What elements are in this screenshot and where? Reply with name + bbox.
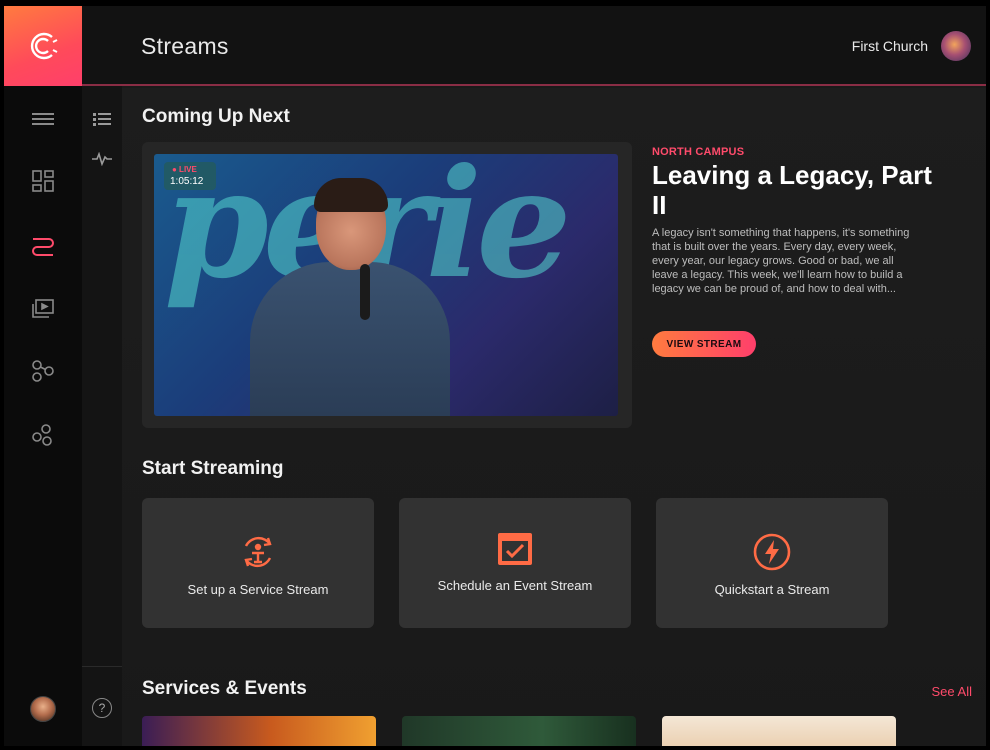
logo-icon	[30, 32, 58, 60]
featured-stream-card[interactable]: perie ● LIVE 1:05:12	[142, 142, 632, 428]
service-stream-card[interactable]: Set up a Service Stream	[142, 498, 374, 628]
app-screen: ? Streams First Church Coming Up Next pe…	[4, 6, 986, 746]
main-content: Coming Up Next perie ● LIVE 1:05:12 NORT…	[122, 88, 986, 746]
media-icon[interactable]	[28, 294, 58, 324]
streams-icon[interactable]	[28, 230, 58, 260]
quickstart-label: Quickstart a Stream	[714, 582, 830, 597]
stream-title: Leaving a Legacy, Part II	[652, 160, 932, 220]
org-avatar[interactable]	[941, 31, 971, 61]
see-all-link[interactable]: See All	[932, 684, 972, 699]
event-thumbnail[interactable]	[402, 716, 636, 746]
coming-up-heading: Coming Up Next	[142, 106, 290, 127]
start-streaming-heading: Start Streaming	[142, 458, 284, 479]
rail-divider	[82, 666, 122, 667]
org-name[interactable]: First Church	[852, 38, 928, 54]
secondary-rail: ?	[82, 86, 122, 746]
live-time: 1:05:12	[170, 176, 204, 187]
event-stream-card[interactable]: Schedule an Event Stream	[399, 498, 631, 628]
activity-icon[interactable]	[92, 151, 112, 171]
device-frame: ? Streams First Church Coming Up Next pe…	[0, 0, 990, 750]
service-stream-icon	[238, 532, 278, 572]
left-rail	[4, 6, 82, 746]
stream-description: A legacy isn't something that happens, i…	[652, 227, 910, 295]
speaker-hair	[314, 178, 388, 212]
page-title: Streams	[141, 33, 229, 59]
app-logo[interactable]	[4, 6, 82, 86]
live-label: ● LIVE	[172, 165, 197, 174]
live-badge: ● LIVE 1:05:12	[164, 162, 216, 190]
lightning-icon	[752, 532, 792, 572]
microphone-graphic	[360, 264, 370, 320]
help-icon[interactable]: ?	[92, 698, 112, 718]
view-stream-button[interactable]: VIEW STREAM	[652, 331, 756, 357]
integrations-icon[interactable]	[28, 420, 58, 450]
list-icon[interactable]	[93, 112, 111, 131]
quickstart-card[interactable]: Quickstart a Stream	[656, 498, 888, 628]
user-avatar[interactable]	[30, 696, 56, 722]
event-thumbnail[interactable]	[142, 716, 376, 746]
event-thumbnail[interactable]	[662, 716, 896, 746]
speaker-figure	[250, 262, 450, 416]
menu-icon[interactable]	[28, 104, 58, 134]
event-stream-label: Schedule an Event Stream	[437, 578, 593, 593]
top-bar: Streams First Church	[82, 6, 986, 86]
stream-video-thumbnail[interactable]: perie ● LIVE 1:05:12	[154, 154, 618, 416]
campus-label: NORTH CAMPUS	[652, 146, 745, 158]
service-stream-label: Set up a Service Stream	[187, 582, 329, 597]
calendar-check-icon	[495, 528, 535, 568]
connections-icon[interactable]	[28, 356, 58, 386]
dashboard-icon[interactable]	[28, 166, 58, 196]
services-events-heading: Services & Events	[142, 678, 307, 699]
